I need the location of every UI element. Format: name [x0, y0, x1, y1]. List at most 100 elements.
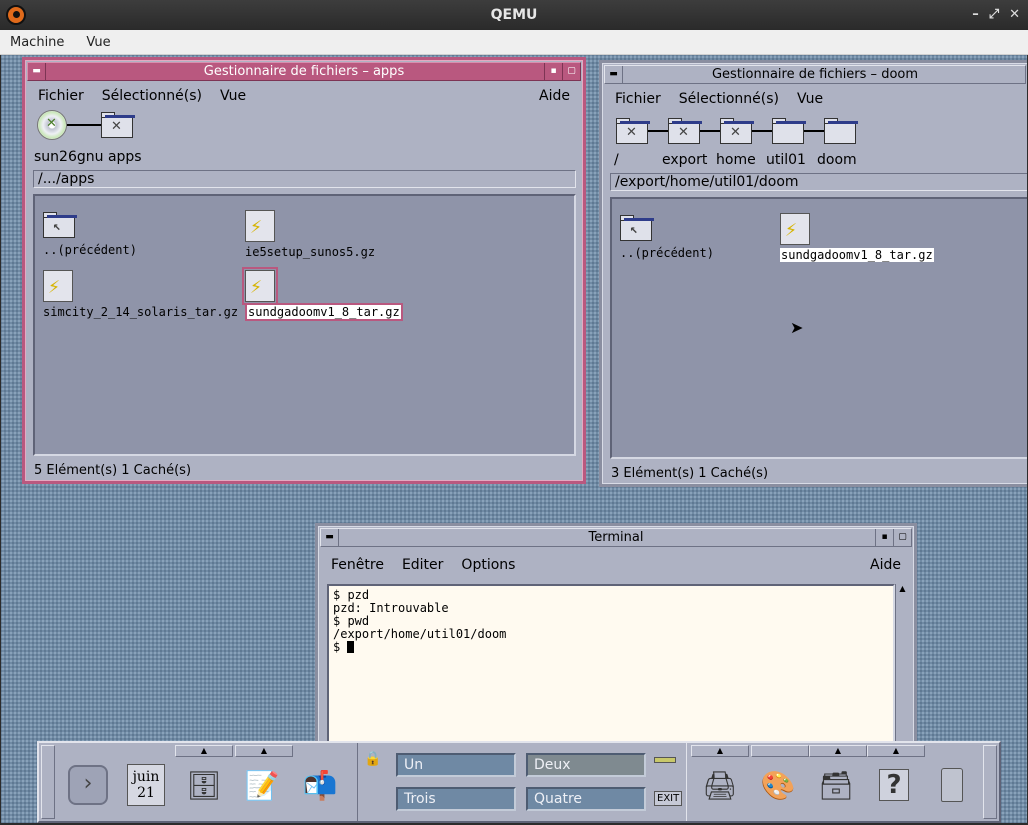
- window-titlebar[interactable]: ▬ Terminal ▪ ▢: [320, 528, 912, 547]
- cde-desktop: ▬ Gestionnaire de fichiers – apps ▪ ▢ Fi…: [1, 55, 1027, 823]
- breadcrumb-icons: ✕ ✕ ✕: [616, 118, 858, 144]
- screen-lock-slot[interactable]: ›: [61, 757, 115, 813]
- list-item[interactable]: sundgadoomv1_8_tar.gz: [780, 213, 934, 262]
- workspace-trois[interactable]: Trois: [396, 787, 516, 811]
- menu-vue[interactable]: Vue: [788, 91, 832, 107]
- menu-options[interactable]: Options: [452, 557, 524, 573]
- list-item[interactable]: simcity_2_14_solaris_tar.gz: [43, 270, 238, 319]
- maximize-icon[interactable]: ⤢: [989, 0, 999, 30]
- menu-vue[interactable]: Vue: [211, 88, 255, 104]
- mailer-slot[interactable]: 📬: [293, 757, 347, 813]
- folder-icon[interactable]: [772, 118, 806, 144]
- panel-handle-left[interactable]: [41, 745, 55, 819]
- list-item[interactable]: ↖ ..(précédent): [43, 212, 137, 257]
- app-manager-slot[interactable]: 🗃: [809, 757, 863, 813]
- workspace-switcher: 🔒 Un Deux Trois Quatre EXIT: [357, 743, 687, 821]
- app-manager-icon[interactable]: 🗃: [818, 769, 854, 802]
- file-pane[interactable]: ↖ ..(précédent) sundgadoomv1_8_tar.gz: [610, 197, 1027, 459]
- archive-file-icon: [43, 270, 73, 302]
- printer-slot[interactable]: 🖨: [693, 757, 747, 813]
- folder-icon[interactable]: ✕: [720, 118, 754, 144]
- folder-icon[interactable]: ✕: [101, 112, 135, 138]
- subpanel-arrow-icon[interactable]: ▲: [809, 745, 867, 757]
- exit-button[interactable]: EXIT: [654, 791, 683, 806]
- parent-folder-icon: ↖: [620, 215, 654, 241]
- minimize-icon[interactable]: ▪: [875, 529, 893, 546]
- item-label: sundgadoomv1_8_tar.gz: [245, 303, 403, 321]
- cdrom-icon[interactable]: [37, 110, 67, 140]
- style-manager-icon[interactable]: 🎨: [761, 769, 796, 802]
- workspace-un[interactable]: Un: [396, 753, 516, 777]
- text-editor-slot[interactable]: 📝: [235, 757, 289, 813]
- list-item[interactable]: ie5setup_sunos5.gz: [245, 210, 375, 259]
- subpanel-arrow-icon[interactable]: ▲: [691, 745, 749, 757]
- path-field[interactable]: /.../apps: [33, 170, 576, 188]
- trash-icon[interactable]: [941, 768, 963, 802]
- list-item[interactable]: ↖ ..(précédent): [620, 215, 714, 260]
- close-icon[interactable]: ✕: [1009, 0, 1020, 30]
- maximize-icon[interactable]: ▢: [562, 63, 580, 80]
- folder-icon[interactable]: ✕: [616, 118, 650, 144]
- style-manager-slot[interactable]: 🎨: [751, 757, 805, 813]
- menu-editer[interactable]: Editer: [393, 557, 452, 573]
- help-slot[interactable]: ?: [867, 757, 921, 813]
- window-menu-icon[interactable]: ▬: [605, 66, 623, 83]
- item-label: sundgadoomv1_8_tar.gz: [780, 248, 934, 262]
- subpanel-arrow-icon[interactable]: [751, 745, 809, 757]
- workspace-quatre[interactable]: Quatre: [526, 787, 646, 811]
- text-cursor: [347, 641, 355, 653]
- file-manager-slot[interactable]: 🗄: [177, 757, 231, 813]
- window-menu-icon[interactable]: ▬: [321, 529, 339, 546]
- item-label: ie5setup_sunos5.gz: [245, 245, 376, 259]
- calendar-icon[interactable]: juin 21: [127, 764, 165, 806]
- workspace-deux[interactable]: Deux: [526, 753, 646, 777]
- archive-file-icon: [780, 213, 810, 245]
- folder-icon[interactable]: [824, 118, 858, 144]
- item-label: ..(précédent): [620, 246, 714, 260]
- mail-icon[interactable]: 📬: [303, 769, 338, 802]
- subpanel-arrow-icon[interactable]: ▲: [235, 745, 293, 757]
- mouse-pointer-icon: ➤: [790, 318, 804, 337]
- menu-fichier[interactable]: Fichier: [606, 91, 670, 107]
- fm-menubar: Fichier Sélectionné(s) Vue Aide: [29, 85, 579, 107]
- subpanel-arrow-icon[interactable]: ▲: [175, 745, 233, 757]
- help-icon[interactable]: ?: [879, 769, 909, 801]
- list-item-selected[interactable]: sundgadoomv1_8_tar.gz: [242, 267, 403, 321]
- subpanel-arrow-icon[interactable]: ▲: [867, 745, 925, 757]
- menu-vue[interactable]: Vue: [86, 35, 110, 50]
- window-titlebar[interactable]: ▬ Gestionnaire de fichiers – apps ▪ ▢: [27, 62, 581, 81]
- trash-slot[interactable]: [925, 757, 979, 813]
- file-manager-doom-window: ▬ Gestionnaire de fichiers – doom Fichie…: [599, 60, 1027, 487]
- front-panel: › juin 21 ▲ 🗄 ▲ 📝 📬 🔒 Un Deux Trois Quat…: [37, 741, 1001, 823]
- menu-aide[interactable]: Aide: [530, 88, 579, 104]
- lock-icon[interactable]: 🔒: [364, 751, 381, 767]
- file-cabinet-icon[interactable]: 🗄: [186, 769, 222, 802]
- menu-selectionnes[interactable]: Sélectionné(s): [670, 91, 788, 107]
- window-menu-icon[interactable]: ▬: [28, 63, 46, 80]
- archive-file-icon: [245, 210, 275, 242]
- scroll-up-icon[interactable]: ▲: [896, 584, 909, 593]
- file-manager-apps-window: ▬ Gestionnaire de fichiers – apps ▪ ▢ Fi…: [22, 57, 586, 484]
- menu-fenetre[interactable]: Fenêtre: [322, 557, 393, 573]
- minimize-icon[interactable]: –: [972, 0, 979, 30]
- menu-fichier[interactable]: Fichier: [29, 88, 93, 104]
- minimize-icon[interactable]: ▪: [544, 63, 562, 80]
- menu-aide[interactable]: Aide: [861, 557, 910, 573]
- menu-selectionnes[interactable]: Sélectionné(s): [93, 88, 211, 104]
- window-titlebar[interactable]: ▬ Gestionnaire de fichiers – doom: [604, 65, 1026, 84]
- menu-machine[interactable]: Machine: [10, 35, 64, 50]
- breadcrumb-icons: ✕: [37, 110, 135, 140]
- qemu-title: QEMU: [490, 7, 538, 23]
- status-text: 3 Elément(s) 1 Caché(s): [611, 466, 769, 481]
- chevron-right-icon[interactable]: ›: [68, 765, 108, 805]
- panel-handle-right[interactable]: [983, 745, 997, 819]
- maximize-icon[interactable]: ▢: [893, 529, 911, 546]
- path-field[interactable]: /export/home/util01/doom: [610, 173, 1027, 191]
- printer-icon[interactable]: 🖨: [702, 769, 738, 802]
- folder-icon[interactable]: ✕: [668, 118, 702, 144]
- file-pane[interactable]: ↖ ..(précédent) ie5setup_sunos5.gz simci…: [33, 194, 576, 456]
- text-editor-icon[interactable]: 📝: [245, 769, 280, 802]
- calendar-slot[interactable]: juin 21: [119, 757, 173, 813]
- qemu-logo-icon: [6, 5, 26, 25]
- qemu-titlebar: QEMU – ⤢ ✕: [0, 0, 1028, 30]
